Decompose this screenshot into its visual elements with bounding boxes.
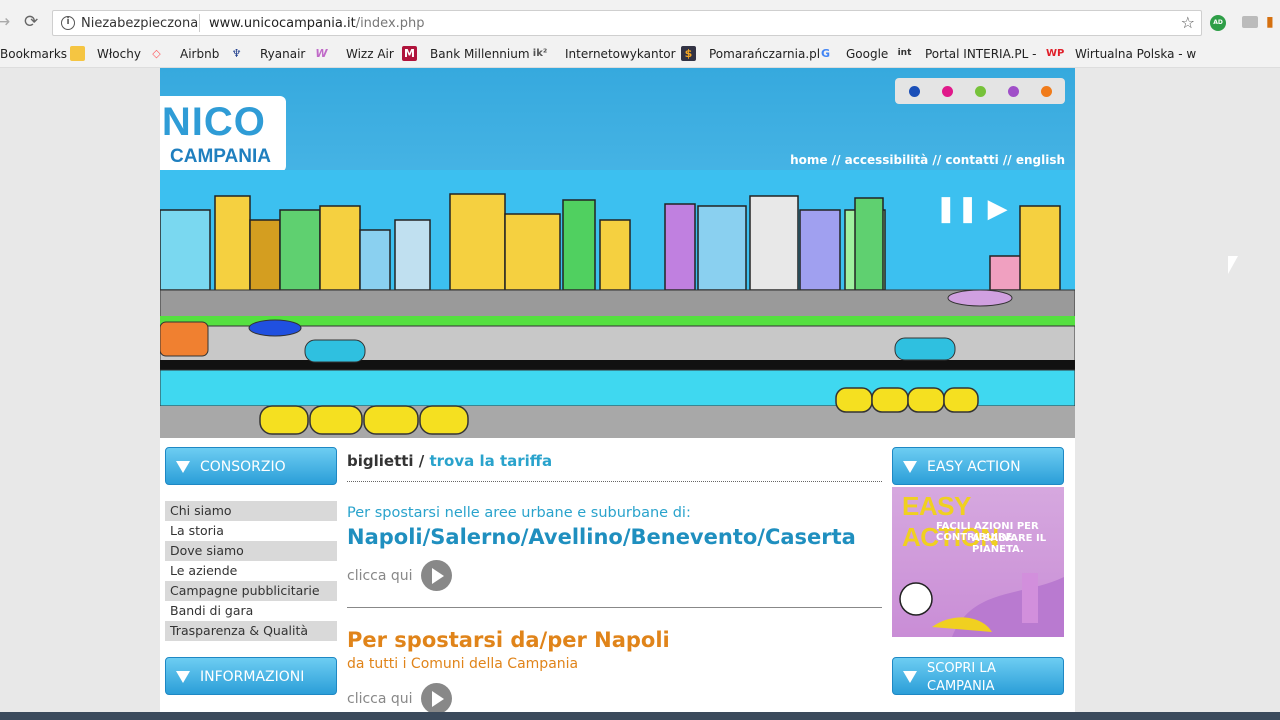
bookmarks-label[interactable]: Bookmarks — [0, 47, 67, 61]
banner-pause-play-controls[interactable]: ❚❚ ▶ — [935, 194, 1008, 224]
bookmark-kantor[interactable]: Internetowykantor — [565, 47, 676, 61]
breadcrumb-biglietti[interactable]: biglietti / — [347, 452, 429, 470]
url-text[interactable]: www.unicocampania.it/index.php — [209, 16, 425, 31]
wizzair-icon: W — [315, 47, 328, 60]
easy-action-label: EASY ACTION — [927, 459, 1021, 475]
theme-dot-pink[interactable] — [942, 86, 953, 97]
url-separator — [199, 14, 200, 32]
scopri-campania-button[interactable]: SCOPRI LA CAMPANIA — [892, 657, 1064, 695]
reload-icon[interactable]: ⟳ — [24, 12, 38, 32]
clicca-qui-urban[interactable]: clicca qui — [347, 559, 882, 593]
info-icon[interactable]: i — [61, 16, 75, 30]
easy-action-button[interactable]: EASY ACTION — [892, 447, 1064, 485]
url-path: /index.php — [355, 16, 425, 31]
ryanair-icon: ♆ — [231, 47, 242, 60]
consorzio-label: CONSORZIO — [200, 459, 286, 475]
napoli-subtitle: da tutti i Comuni della Campania — [347, 656, 579, 672]
bookmarks-bar: Bookmarks Włochy ◇ Airbnb ♆ Ryanair W Wi… — [0, 42, 1280, 68]
triangle-down-icon — [176, 461, 190, 473]
airbnb-icon: ◇ — [152, 47, 161, 60]
theme-dot-green[interactable] — [975, 86, 986, 97]
bookmark-ryanair[interactable]: Ryanair — [260, 47, 305, 61]
easy-action-illustration — [899, 573, 1064, 637]
os-taskbar — [0, 712, 1280, 720]
color-theme-selector — [895, 78, 1065, 104]
menu-item-le-aziende[interactable]: Le aziende — [165, 561, 337, 581]
clicca-qui-napoli[interactable]: clicca qui — [347, 682, 882, 716]
bookmark-wp[interactable]: Wirtualna Polska - w — [1075, 47, 1196, 61]
bookmark-star-icon[interactable]: ☆ — [1181, 13, 1195, 32]
extension-icon[interactable]: AD — [1210, 15, 1226, 31]
millennium-icon: M — [402, 46, 417, 61]
urban-intro-text: Per spostarsi nelle aree urbane e suburb… — [347, 505, 691, 521]
play-circle-icon[interactable] — [421, 560, 452, 591]
site-header: UNICO CAMPANIA home // accessibilità // … — [160, 68, 1075, 172]
ik-icon: ik² — [532, 48, 548, 59]
main-content: biglietti / trova la tariffa Per spostar… — [347, 447, 882, 716]
top-navigation[interactable]: home // accessibilità // contatti // eng… — [790, 153, 1065, 167]
bookmark-millennium[interactable]: Bank Millennium — [430, 47, 530, 61]
folder-icon — [70, 46, 85, 61]
scopri-campania-label: SCOPRI LA CAMPANIA — [927, 661, 996, 694]
triangle-down-icon — [176, 671, 190, 683]
web-page: UNICO CAMPANIA home // accessibilità // … — [160, 68, 1075, 720]
theme-dot-orange[interactable] — [1041, 86, 1052, 97]
menu-item-trasparenza[interactable]: Trasparenza & Qualità — [165, 621, 337, 641]
bookmark-google[interactable]: Google — [846, 47, 888, 61]
consorzio-menu: Chi siamo La storia Dove siamo Le aziend… — [165, 501, 337, 641]
bookmark-interia[interactable]: Portal INTERIA.PL - — [925, 47, 1036, 61]
pomaranczarnia-icon: $ — [681, 46, 696, 61]
google-icon: G — [820, 47, 831, 60]
address-bar[interactable]: i Niezabezpieczona www.unicocampania.it/… — [52, 10, 1202, 36]
city-banner-illustration: ❚❚ ▶ — [160, 170, 1075, 438]
theme-dot-blue[interactable] — [909, 86, 920, 97]
menu-icon[interactable]: ▮ — [1266, 14, 1280, 30]
breadcrumb: biglietti / trova la tariffa — [347, 447, 882, 482]
logo-campania: CAMPANIA — [170, 146, 271, 167]
cities-link[interactable]: Napoli/Salerno/Avellino/Benevento/Casert… — [347, 525, 882, 549]
menu-item-dove-siamo[interactable]: Dove siamo — [165, 541, 337, 561]
browser-toolbar: → ⟳ i Niezabezpieczona www.unicocampania… — [0, 0, 1280, 42]
play-circle-icon[interactable] — [421, 683, 452, 714]
triangle-down-icon — [903, 671, 917, 683]
security-label: Niezabezpieczona — [81, 16, 199, 31]
site-logo[interactable]: UNICO CAMPANIA — [160, 96, 286, 172]
mouse-cursor-icon — [1228, 256, 1238, 274]
menu-item-chi-siamo[interactable]: Chi siamo — [165, 501, 337, 521]
menu-item-bandi[interactable]: Bandi di gara — [165, 601, 337, 621]
consorzio-button[interactable]: CONSORZIO — [165, 447, 337, 485]
bookmark-airbnb[interactable]: Airbnb — [180, 47, 219, 61]
informazioni-label: INFORMAZIONI — [200, 669, 305, 685]
napoli-title-link[interactable]: Per spostarsi da/per Napoli — [347, 628, 882, 652]
menu-item-la-storia[interactable]: La storia — [165, 521, 337, 541]
clicca-qui-label: clicca qui — [347, 691, 413, 707]
interia-icon: int — [897, 48, 912, 58]
logo-unico: UNICO — [160, 100, 266, 144]
back-arrow-icon[interactable]: → — [0, 12, 10, 32]
right-sidebar: EASY ACTION EASY ACTION FACILI AZIONI PE… — [892, 447, 1064, 695]
theme-dot-purple[interactable] — [1008, 86, 1019, 97]
url-domain: www.unicocampania.it — [209, 16, 356, 31]
bookmark-wizzair[interactable]: Wizz Air — [346, 47, 394, 61]
section-divider — [347, 607, 882, 608]
wp-icon: WP — [1046, 48, 1065, 59]
breadcrumb-trova-tariffa[interactable]: trova la tariffa — [429, 452, 552, 470]
menu-item-campagne[interactable]: Campagne pubblicitarie — [165, 581, 337, 601]
informazioni-button[interactable]: INFORMAZIONI — [165, 657, 337, 695]
left-sidebar: CONSORZIO Chi siamo La storia Dove siamo… — [165, 447, 337, 695]
clicca-qui-label: clicca qui — [347, 568, 413, 584]
triangle-down-icon — [903, 461, 917, 473]
easy-action-banner[interactable]: EASY ACTION FACILI AZIONI PER CONTRIBUIR… — [892, 487, 1064, 637]
bookmark-pomaranczarnia[interactable]: Pomarańczarnia.pl — [709, 47, 820, 61]
camera-icon[interactable] — [1242, 16, 1258, 28]
bookmark-wlochy[interactable]: Włochy — [97, 47, 141, 61]
